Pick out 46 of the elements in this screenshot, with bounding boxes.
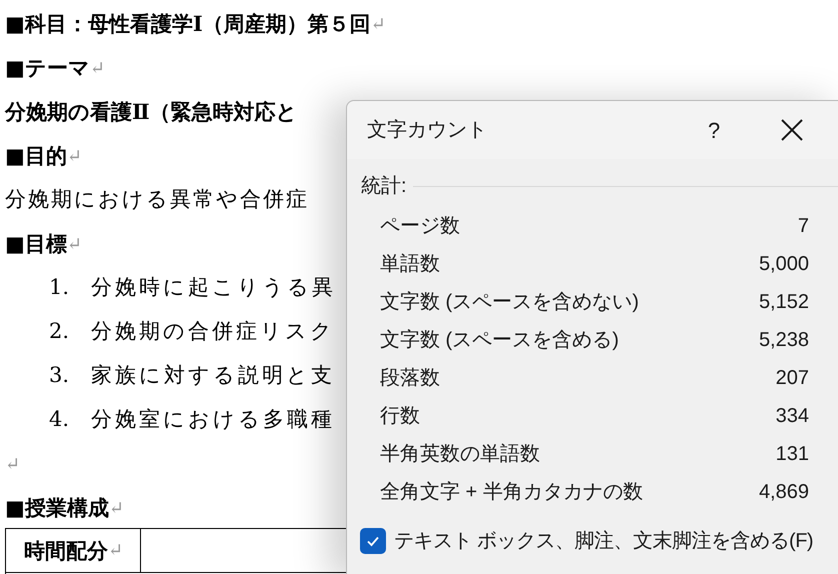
stat-value: 334 xyxy=(776,404,809,429)
stat-value: 131 xyxy=(776,442,809,467)
list-number: 1. xyxy=(49,274,70,302)
stat-label: 単語数 xyxy=(380,252,440,277)
body-text: 分娩期における異常や合併症 xyxy=(5,186,309,214)
stat-value: 5,238 xyxy=(758,328,809,353)
paragraph-mark: ↵ xyxy=(5,452,20,476)
list-number: 4. xyxy=(49,406,70,434)
stat-value: 5,152 xyxy=(758,290,809,315)
stat-label: 文字数 (スペースを含める) xyxy=(380,328,619,353)
list-item-text: 家族に対する説明と支 xyxy=(91,362,335,390)
list-item-text: 分娩室における多職種 xyxy=(91,406,335,434)
paragraph-mark: ↵ xyxy=(66,144,82,168)
section-heading: ■目的 xyxy=(5,142,67,170)
window-title: 文字カウント xyxy=(367,118,488,143)
stat-label: 全角文字 + 半角カタカナの数 xyxy=(380,480,643,505)
paragraph-mark: ↵ xyxy=(66,232,82,256)
include-checkbox[interactable] xyxy=(360,528,386,554)
stat-label: ページ数 xyxy=(380,214,460,239)
list-item-text: 分娩時に起こりうる異 xyxy=(91,274,336,302)
paragraph-mark: ↵ xyxy=(108,496,124,520)
close-button[interactable] xyxy=(779,117,805,143)
checkbox-label: テキスト ボックス、脚注、文末脚注を含める(F) xyxy=(394,529,814,554)
paragraph-mark: ↵ xyxy=(90,56,105,80)
stat-value: 5,000 xyxy=(758,252,809,277)
paragraph-mark: ↵ xyxy=(108,539,124,563)
section-heading: ■科目：母性看護学Ⅰ（周産期）第５回 xyxy=(5,10,371,38)
stat-value: 207 xyxy=(776,366,809,391)
stat-value: 7 xyxy=(798,214,809,239)
list-number: 3. xyxy=(49,362,70,390)
stat-label: 段落数 xyxy=(380,366,440,391)
section-heading: ■授業構成 xyxy=(5,494,109,522)
list-item-text: 分娩期の合併症リスク xyxy=(91,318,335,346)
stat-label: 文字数 (スペースを含めない) xyxy=(380,290,639,315)
stat-label: 行数 xyxy=(380,404,420,429)
paragraph-mark: ↵ xyxy=(370,12,386,36)
help-button[interactable]: ? xyxy=(699,114,729,146)
section-heading: ■目標 xyxy=(5,230,67,258)
section-heading: ■テーマ xyxy=(5,54,90,82)
close-icon xyxy=(779,117,805,143)
list-number: 2. xyxy=(49,318,70,346)
stat-label: 半角英数の単語数 xyxy=(380,442,540,467)
stat-value: 4,869 xyxy=(758,480,809,505)
table-cell-text: 時間配分 xyxy=(24,536,108,565)
theme-text: 分娩期の看護Ⅱ（緊急時対応と xyxy=(5,98,298,126)
section-label: 統計: xyxy=(361,174,407,199)
